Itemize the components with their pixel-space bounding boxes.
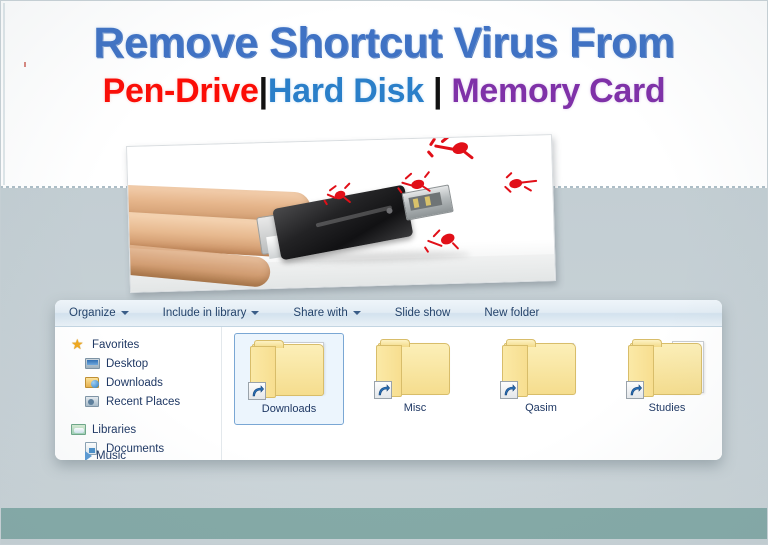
desktop-icon: [85, 357, 100, 370]
sidebar-label-downloads: Downloads: [106, 376, 163, 389]
toolbar-button-slide-show[interactable]: Slide show: [395, 307, 467, 319]
folder-tile-list: Downloads Misc Qasim Studies: [222, 333, 722, 425]
folder-shortcut-icon: [248, 338, 330, 400]
sidebar-item-documents[interactable]: Documents: [55, 439, 221, 458]
shortcut-arrow-icon: [374, 381, 392, 399]
expand-arrow-icon: [85, 451, 92, 460]
headline-line-2: Pen-Drive|Hard Disk | Memory Card: [0, 74, 768, 108]
headline-pen-drive: Pen-Drive: [102, 72, 259, 110]
toolbar-label-include-in-library: Include in library: [162, 307, 247, 319]
recent-places-icon: [85, 395, 100, 408]
toolbar-label-organize: Organize: [69, 307, 116, 319]
explorer-navigation-pane[interactable]: ★ Favorites Desktop Downloads Recent Pla…: [55, 327, 222, 460]
folder-shortcut-icon: [500, 337, 582, 399]
toolbar-label-share-with: Share with: [293, 307, 348, 319]
shortcut-arrow-icon: [626, 381, 644, 399]
headline-line-1: Remove Shortcut Virus From: [93, 19, 675, 67]
sidebar-item-favorites[interactable]: ★ Favorites: [55, 335, 221, 354]
explorer-toolbar-items: Organize Include in library Share with S…: [69, 300, 573, 326]
toolbar-button-new-folder[interactable]: New folder: [484, 307, 555, 319]
folder-label-qasim: Qasim: [525, 402, 557, 414]
toolbar-label-slide-show: Slide show: [394, 307, 451, 319]
sidebar-label-desktop: Desktop: [106, 357, 149, 370]
libraries-icon: [71, 423, 86, 436]
sidebar-label-libraries: Libraries: [92, 423, 137, 436]
folder-tile-studies[interactable]: Studies: [612, 333, 722, 425]
headline-separator-1: |: [258, 72, 269, 110]
toolbar-label-new-folder: New folder: [484, 307, 540, 319]
background-bottom-band: [0, 508, 768, 539]
star-icon: ★: [71, 336, 84, 352]
shortcut-arrow-icon: [500, 381, 518, 399]
explorer-body: ★ Favorites Desktop Downloads Recent Pla…: [55, 327, 722, 460]
sidebar-item-recent-places[interactable]: Recent Places: [55, 392, 221, 411]
explorer-toolbar: Organize Include in library Share with S…: [55, 300, 722, 327]
folder-label-misc: Misc: [403, 402, 427, 414]
sidebar-label-truncated: Music: [96, 450, 127, 460]
folder-shortcut-icon: [626, 337, 708, 399]
sidebar-label-favorites: Favorites: [92, 338, 140, 351]
headline-block: Remove Shortcut Virus From Pen-Drive|Har…: [0, 19, 768, 109]
toolbar-button-organize[interactable]: Organize: [69, 307, 145, 319]
explorer-content-pane[interactable]: Downloads Misc Qasim Studies: [222, 327, 722, 460]
slide-canvas: Remove Shortcut Virus From Pen-Drive|Har…: [0, 0, 768, 545]
sidebar-item-truncated[interactable]: Music: [85, 450, 126, 460]
headline-separator-2: |: [433, 72, 443, 110]
chevron-down-icon: [352, 311, 361, 315]
downloads-folder-icon: [85, 376, 100, 389]
usb-virus-photo: [126, 134, 556, 293]
sidebar-item-downloads[interactable]: Downloads: [55, 373, 221, 392]
toolbar-button-include-in-library[interactable]: Include in library: [163, 307, 276, 319]
chevron-down-icon: [251, 311, 260, 315]
sidebar-item-desktop[interactable]: Desktop: [55, 354, 221, 373]
windows-explorer-window[interactable]: Organize Include in library Share with S…: [55, 300, 722, 460]
usb-led: [385, 207, 393, 215]
toolbar-button-share-with[interactable]: Share with: [293, 307, 376, 319]
background-base-strip: [0, 539, 768, 545]
sidebar-item-libraries[interactable]: Libraries: [55, 420, 221, 439]
folder-tile-qasim[interactable]: Qasim: [486, 333, 596, 425]
headline-memory-card: Memory Card: [451, 72, 666, 110]
usb-gloss: [315, 205, 393, 228]
headline-hard-disk: Hard Disk: [267, 72, 424, 110]
folder-label-studies: Studies: [648, 402, 686, 414]
folder-label-downloads: Downloads: [261, 403, 317, 415]
folder-tile-misc[interactable]: Misc: [360, 333, 470, 425]
folder-shortcut-icon: [374, 337, 456, 399]
chevron-down-icon: [120, 311, 129, 315]
folder-tile-downloads[interactable]: Downloads: [234, 333, 344, 425]
sidebar-label-recent-places: Recent Places: [106, 395, 181, 408]
shortcut-arrow-icon: [248, 382, 266, 400]
